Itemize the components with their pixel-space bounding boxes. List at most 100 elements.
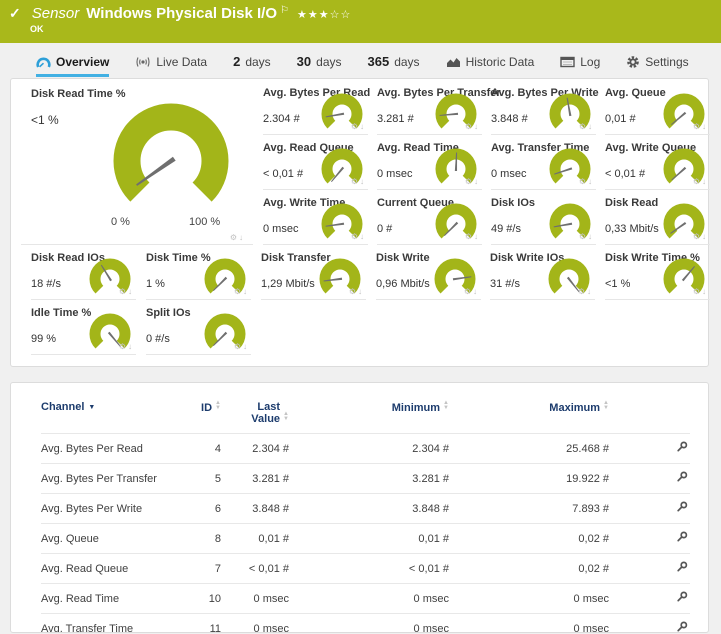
channel-name: Avg. Read Queue — [41, 554, 181, 584]
tab-live-data[interactable]: Live Data — [135, 55, 207, 77]
gauge-cell-disk-write-ios[interactable]: Disk Write IOs 31 #/s ⚙↓ — [490, 248, 595, 300]
gauge-cell-disk-transfer[interactable]: Disk Transfer 1,29 Mbit/s ⚙↓ — [261, 248, 366, 300]
edit-channel-icon[interactable] — [676, 441, 688, 456]
gauge-pin-icon[interactable]: ↓ — [358, 287, 364, 296]
gauge-value: <1 % — [605, 278, 630, 290]
gauge-pin-icon[interactable]: ↓ — [243, 287, 249, 296]
gauge-settings-icon[interactable]: ⚙ — [579, 122, 588, 131]
gauge-cell-current-queue[interactable]: Current Queue 0 # ⚙↓ — [377, 193, 482, 245]
tab-2-days[interactable]: 2 days — [233, 54, 271, 77]
tab-overview[interactable]: Overview — [36, 55, 109, 77]
tab-icon — [560, 56, 575, 68]
gauge-settings-icon[interactable]: ⚙ — [578, 287, 587, 296]
gauge-value: 3.848 # — [491, 113, 528, 125]
gauge-cell-disk-write-time-[interactable]: Disk Write Time % <1 % ⚙↓ — [605, 248, 710, 300]
gauge-cell-avg-write-queue[interactable]: Avg. Write Queue < 0,01 # ⚙↓ — [605, 138, 710, 190]
gauge-settings-icon[interactable]: ⚙ — [693, 177, 702, 186]
gauge-pin-icon[interactable]: ↓ — [588, 122, 594, 131]
gauge-settings-icon[interactable]: ⚙ — [465, 122, 474, 131]
gauge-pin-icon[interactable]: ↓ — [239, 233, 245, 242]
col-header-channel[interactable]: Channel▼ — [41, 395, 181, 434]
channel-id: 4 — [181, 434, 221, 464]
gauge-cell-avg-read-queue[interactable]: Avg. Read Queue < 0,01 # ⚙↓ — [263, 138, 368, 190]
gauge-title: Idle Time % — [31, 307, 91, 319]
gauge-pin-icon[interactable]: ↓ — [360, 177, 366, 186]
gauge-value: 0 msec — [377, 168, 412, 180]
gauge-settings-icon[interactable]: ⚙ — [465, 177, 474, 186]
col-header-maximum[interactable]: Maximum▲▼ — [449, 395, 609, 434]
gauge-pin-icon[interactable]: ↓ — [360, 122, 366, 131]
tab-historic-data[interactable]: Historic Data — [446, 55, 535, 77]
gauge-pin-icon[interactable]: ↓ — [243, 342, 249, 351]
gauge-pin-icon[interactable]: ↓ — [474, 122, 480, 131]
gauge-cell-disk-write[interactable]: Disk Write 0,96 Mbit/s ⚙↓ — [376, 248, 481, 300]
gauge-settings-icon[interactable]: ⚙ — [119, 287, 128, 296]
gauge-title: Disk Read — [605, 197, 658, 209]
gauge-settings-icon[interactable]: ⚙ — [464, 287, 473, 296]
tab-icon — [36, 56, 51, 69]
gauge-cell-avg-read-time[interactable]: Avg. Read Time 0 msec ⚙↓ — [377, 138, 482, 190]
tab-30-days[interactable]: 30 days — [297, 54, 342, 77]
gauge-cell-disk-read-ios[interactable]: Disk Read IOs 18 #/s ⚙↓ — [31, 248, 136, 300]
gauge-pin-icon[interactable]: ↓ — [702, 122, 708, 131]
gauge-cell-disk-ios[interactable]: Disk IOs 49 #/s ⚙↓ — [491, 193, 596, 245]
gauges-panel: Disk Read Time % 0 % 100 % <1 % ⚙↓ Avg. … — [10, 78, 709, 367]
col-header-last-value[interactable]: Last Value▲▼ — [221, 395, 289, 434]
channel-maximum: 7.893 # — [449, 494, 609, 524]
edit-channel-icon[interactable] — [676, 621, 688, 633]
gauge-settings-icon[interactable]: ⚙ — [579, 232, 588, 241]
edit-channel-icon[interactable] — [676, 561, 688, 576]
gauge-settings-icon[interactable]: ⚙ — [119, 342, 128, 351]
gauge-settings-icon[interactable]: ⚙ — [351, 122, 360, 131]
gauge-settings-icon[interactable]: ⚙ — [579, 177, 588, 186]
gauge-settings-icon[interactable]: ⚙ — [351, 177, 360, 186]
gauge-pin-icon[interactable]: ↓ — [360, 232, 366, 241]
gauge-pin-icon[interactable]: ↓ — [128, 342, 134, 351]
gauge-pin-icon[interactable]: ↓ — [588, 232, 594, 241]
edit-channel-icon[interactable] — [676, 591, 688, 606]
gauge-cell-avg-write-time[interactable]: Avg. Write Time 0 msec ⚙↓ — [263, 193, 368, 245]
tab-settings[interactable]: Settings — [626, 55, 688, 77]
gauge-settings-icon[interactable]: ⚙ — [351, 232, 360, 241]
gauge-settings-icon[interactable]: ⚙ — [693, 287, 702, 296]
gauge-settings-icon[interactable]: ⚙ — [465, 232, 474, 241]
gauge-cell-avg-bytes-per-write[interactable]: Avg. Bytes Per Write 3.848 # ⚙↓ — [491, 83, 596, 135]
gauge-pin-icon[interactable]: ↓ — [702, 177, 708, 186]
col-header-id[interactable]: ID▲▼ — [181, 395, 221, 434]
edit-channel-icon[interactable] — [676, 531, 688, 546]
channel-maximum: 25.468 # — [449, 434, 609, 464]
main-gauge-cell[interactable]: Disk Read Time % 0 % 100 % <1 % ⚙↓ — [21, 83, 253, 245]
flag-icon[interactable]: ⚐ — [280, 5, 289, 16]
gauge-settings-icon[interactable]: ⚙ — [234, 287, 243, 296]
gauge-pin-icon[interactable]: ↓ — [587, 287, 593, 296]
gauge-cell-split-ios[interactable]: Split IOs 0 #/s ⚙↓ — [146, 303, 251, 355]
edit-channel-icon[interactable] — [676, 501, 688, 516]
gauge-cell-avg-bytes-per-transfer[interactable]: Avg. Bytes Per Transfer 3.281 # ⚙↓ — [377, 83, 482, 135]
col-header-minimum[interactable]: Minimum▲▼ — [289, 395, 449, 434]
channel-table-panel: Channel▼ ID▲▼ Last Value▲▼ Minimum▲▼ Max… — [10, 382, 709, 633]
gauge-pin-icon[interactable]: ↓ — [702, 287, 708, 296]
gauge-cell-idle-time-[interactable]: Idle Time % 99 % ⚙↓ — [31, 303, 136, 355]
gauge-settings-icon[interactable]: ⚙ — [234, 342, 243, 351]
gauge-pin-icon[interactable]: ↓ — [474, 232, 480, 241]
tab-log[interactable]: Log — [560, 55, 600, 77]
tab-365-days[interactable]: 365 days — [368, 54, 420, 77]
gauge-cell-avg-queue[interactable]: Avg. Queue 0,01 # ⚙↓ — [605, 83, 710, 135]
gauge-settings-icon[interactable]: ⚙ — [693, 232, 702, 241]
gauge-pin-icon[interactable]: ↓ — [473, 287, 479, 296]
gauge-settings-icon[interactable]: ⚙ — [349, 287, 358, 296]
gauge-pin-icon[interactable]: ↓ — [474, 177, 480, 186]
gauge-settings-icon[interactable]: ⚙ — [230, 233, 239, 242]
gauge-cell-avg-transfer-time[interactable]: Avg. Transfer Time 0 msec ⚙↓ — [491, 138, 596, 190]
gauge-value: 1 % — [146, 278, 165, 290]
gauge-pin-icon[interactable]: ↓ — [588, 177, 594, 186]
gauge-pin-icon[interactable]: ↓ — [702, 232, 708, 241]
gauge-cell-disk-read[interactable]: Disk Read 0,33 Mbit/s ⚙↓ — [605, 193, 710, 245]
gauge-pin-icon[interactable]: ↓ — [128, 287, 134, 296]
gauge-cell-disk-time-[interactable]: Disk Time % 1 % ⚙↓ — [146, 248, 251, 300]
sort-icon: ▲▼ — [443, 401, 449, 411]
priority-stars[interactable]: ★★★☆☆ — [297, 8, 351, 21]
gauge-cell-avg-bytes-per-read[interactable]: Avg. Bytes Per Read 2.304 # ⚙↓ — [263, 83, 368, 135]
edit-channel-icon[interactable] — [676, 471, 688, 486]
gauge-settings-icon[interactable]: ⚙ — [693, 122, 702, 131]
